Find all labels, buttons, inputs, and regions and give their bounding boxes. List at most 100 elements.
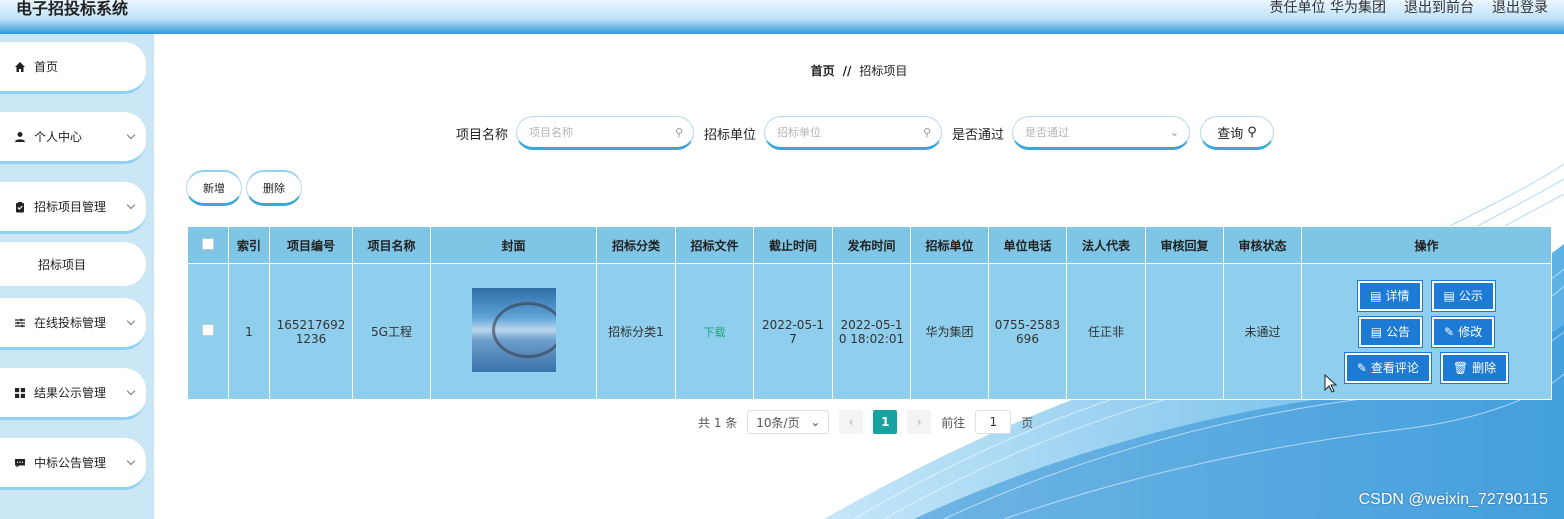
operations-group: ▤ 详情 ▤ 公示 ▤ 公告 ✎ 修改 ✎ 查看评论 🗑 删除 [1302,280,1551,383]
cell-publish-time: 2022-05-1 0 18:02:01 [832,263,911,400]
chevron-down-icon: ⌄ [810,415,821,429]
document-icon: ▤ [1370,324,1383,339]
cover-image[interactable] [471,288,556,372]
row-checkbox[interactable] [202,324,214,336]
chevron-down-icon: ⌄ [1169,126,1180,139]
sidebar-item-label: 中标公告管理 [34,456,107,470]
column-header: 招标单位 [910,226,989,264]
chevron-down-icon [126,386,136,396]
column-header: 单位电话 [988,226,1067,264]
row-delete-button[interactable]: 🗑 删除 [1440,352,1509,383]
select-all-checkbox[interactable] [202,237,214,250]
cell-deadline-line2: 7 [789,331,797,346]
top-nav: 责任单位 华为集团 退出到前台 退出登录 [1270,0,1548,16]
search-icon: ⚲ [674,126,684,139]
breadcrumb-current: 招标项目 [859,64,908,78]
detail-button[interactable]: ▤ 详情 [1358,280,1422,311]
project-name-input[interactable] [529,125,660,139]
page-size-value: 10条/页 [756,415,800,430]
chat-icon [14,457,26,469]
home-icon [14,61,26,73]
column-header: 封面 [430,226,597,264]
table-row: 1 165217692 1236 5G工程 招标分类1 下载 2022-05-1 7… [187,263,1552,400]
column-header: 审核状态 [1223,226,1302,264]
cell-publish-line1: 2022-05-1 [840,317,903,332]
delete-button[interactable]: 删除 [246,170,302,206]
column-header: 审核回复 [1145,226,1224,264]
sidebar-subitem-tender-project[interactable]: 招标项目 [0,242,146,286]
sidebar-item-tender-project-mgmt[interactable]: 招标项目管理 [0,182,146,234]
table-header-row: 索引 项目编号 项目名称 封面 招标分类 招标文件 截止时间 发布时间 招标单位… [187,226,1552,264]
search-icon: ⚲ [922,126,932,139]
cell-project-code: 165217692 1236 [269,263,353,400]
cell-file: 下载 [675,263,754,400]
download-link[interactable]: 下载 [704,326,726,339]
cell-phone-line2: 696 [1016,331,1039,346]
breadcrumb-home[interactable]: 首页 [811,64,835,78]
edit-button-label: 修改 [1458,325,1483,339]
tender-unit-field[interactable]: ⚲ [764,116,943,150]
column-header: 操作 [1301,226,1552,264]
is-passed-select-input[interactable] [1025,125,1156,139]
sidebar-item-result-publicity-mgmt[interactable]: 结果公示管理 [0,368,146,420]
detail-button-label: 详情 [1385,289,1410,303]
chevron-down-icon [126,316,136,326]
edit-button[interactable]: ✎ 修改 [1432,316,1495,347]
prev-page-button[interactable]: ‹ [839,410,864,434]
app-title: 电子招投标系统 [16,0,129,18]
publicity-button-label: 公示 [1458,289,1483,303]
notice-button[interactable]: ▤ 公告 [1358,316,1423,347]
view-comments-button-label: 查看评论 [1370,361,1419,375]
column-header: 招标分类 [596,226,676,264]
column-header: 项目编号 [269,226,353,264]
column-header: 招标文件 [675,226,754,264]
search-bar: 项目名称 ⚲ 招标单位 ⚲ 是否通过 ⌄ 查询 ⚲ [456,116,1275,150]
cell-category: 招标分类1 [596,263,676,400]
cell-review-status: 未通过 [1223,263,1302,400]
publicity-button[interactable]: ▤ 公示 [1431,280,1495,311]
view-comments-button[interactable]: ✎ 查看评论 [1344,352,1431,383]
pagination: 共 1 条 10条/页 ⌄ ‹ 1 › 前往 1 页 [698,410,1033,434]
sidebar-item-online-bid-mgmt[interactable]: 在线投标管理 [0,298,146,350]
cell-phone-line1: 0755-2583 [994,317,1061,332]
next-page-button[interactable]: › [907,410,932,434]
mouse-cursor-icon [1324,374,1338,393]
column-header: 法人代表 [1066,226,1146,264]
tender-unit-input[interactable] [777,125,908,139]
sidebar-item-home[interactable]: 首页 [0,42,146,94]
cell-review-reply [1145,263,1224,400]
edit-icon: ✎ [1356,360,1367,375]
sidebar-item-award-notice-mgmt[interactable]: 中标公告管理 [0,438,146,490]
pagination-total: 共 1 条 [698,415,738,430]
action-bar: 新增 删除 [186,170,302,206]
cell-index: 1 [228,263,270,400]
top-bar: 电子招投标系统 责任单位 华为集团 退出到前台 退出登录 [0,0,1564,34]
sidebar: 首页 个人中心 招标项目管理 招标项目 在线投标管理 结果公示管理 中标公告管理 [0,34,154,519]
column-header: 截止时间 [753,226,833,264]
chevron-down-icon [126,130,136,140]
page-number-current[interactable]: 1 [873,410,898,434]
cell-cover [430,263,597,400]
exit-to-front-link[interactable]: 退出到前台 [1404,0,1474,16]
search-button[interactable]: 查询 ⚲ [1200,116,1275,150]
row-select-cell [187,263,229,400]
page-size-select[interactable]: 10条/页 ⌄ [747,410,830,434]
is-passed-select[interactable]: ⌄ [1012,116,1191,150]
column-header: 发布时间 [832,226,911,264]
project-name-field[interactable]: ⚲ [516,116,695,150]
add-button[interactable]: 新增 [186,170,242,206]
select-all-header [187,226,229,264]
cell-deadline: 2022-05-1 7 [753,263,833,400]
cell-project-code-line2: 1236 [295,331,327,346]
trash-icon: 🗑 [1452,360,1469,375]
page-unit-label: 页 [1021,415,1034,430]
goto-page-input[interactable]: 1 [975,410,1012,434]
column-header: 索引 [228,226,270,264]
sidebar-item-label: 首页 [34,60,59,74]
grid-icon [14,387,26,399]
watermark: CSDN @weixin_72790115 [1358,491,1548,508]
goto-label: 前往 [941,415,966,430]
logout-link[interactable]: 退出登录 [1492,0,1548,16]
sidebar-item-personal-center[interactable]: 个人中心 [0,112,146,164]
search-icon: ⚲ [1247,124,1257,140]
